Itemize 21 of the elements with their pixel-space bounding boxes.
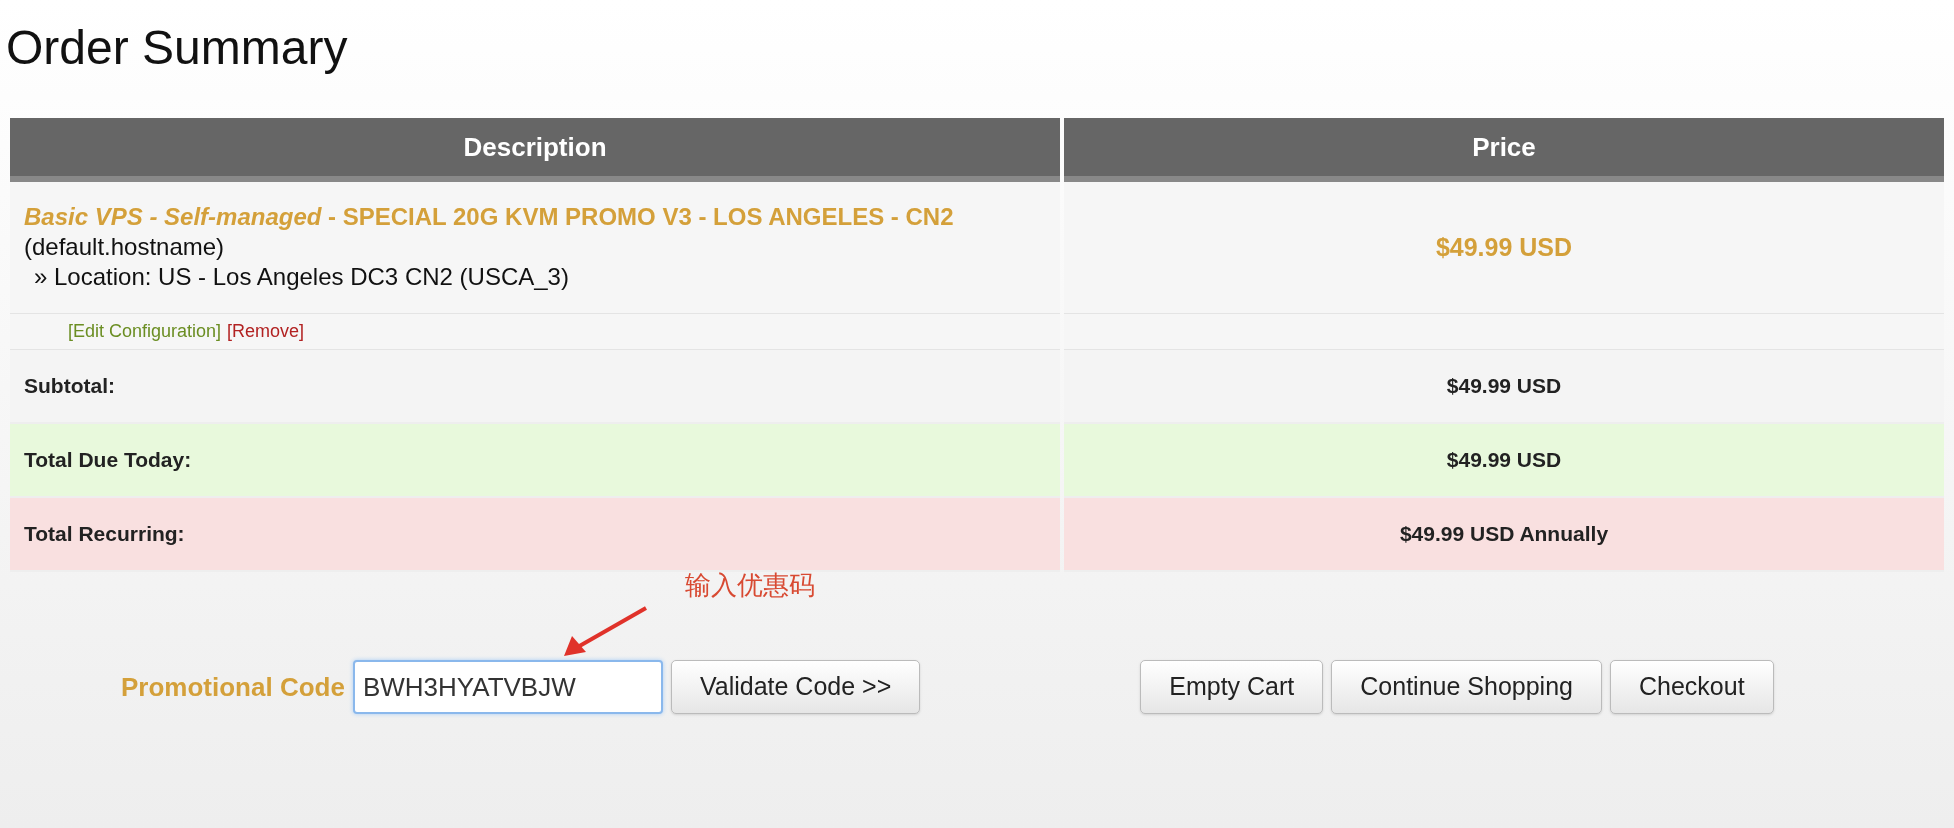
page-title: Order Summary	[5, 20, 348, 76]
cart-action-button[interactable]: Empty Cart	[1140, 660, 1324, 714]
total-label: Total Recurring:	[24, 521, 185, 548]
total-label: Subtotal:	[24, 373, 115, 400]
total-value: $49.99 USD	[1446, 373, 1562, 400]
remove-link[interactable]: [Remove]	[227, 318, 305, 345]
validate-code-button[interactable]: Validate Code >>	[670, 660, 921, 714]
product-price: $49.99 USD	[1435, 231, 1573, 263]
annotation-text: 输入优惠码	[685, 569, 815, 602]
column-header: Description	[10, 118, 1060, 182]
cart-action-button[interactable]: Continue Shopping	[1331, 660, 1602, 714]
cart-action-button[interactable]: Checkout	[1609, 660, 1774, 714]
promo-label: Promotional Code	[121, 670, 345, 704]
column-header: Price	[1064, 118, 1944, 182]
promo-code-field[interactable]: BWH3HYATVBJW	[352, 660, 663, 714]
product-option: » Location: US - Los Angeles DC3 CN2 (USCA_3)	[24, 262, 569, 292]
total-value: $49.99 USD Annually	[1399, 521, 1609, 548]
product-name: Basic VPS - Self-managed - SPECIAL 20G KVM PROMO V3 - LOS ANGELES - CN2 (default.hostname)	[24, 202, 955, 262]
edit-configuration-link[interactable]: [Edit Configuration]	[68, 318, 222, 345]
total-label: Total Due Today:	[24, 447, 192, 474]
total-value: $49.99 USD	[1446, 447, 1562, 474]
